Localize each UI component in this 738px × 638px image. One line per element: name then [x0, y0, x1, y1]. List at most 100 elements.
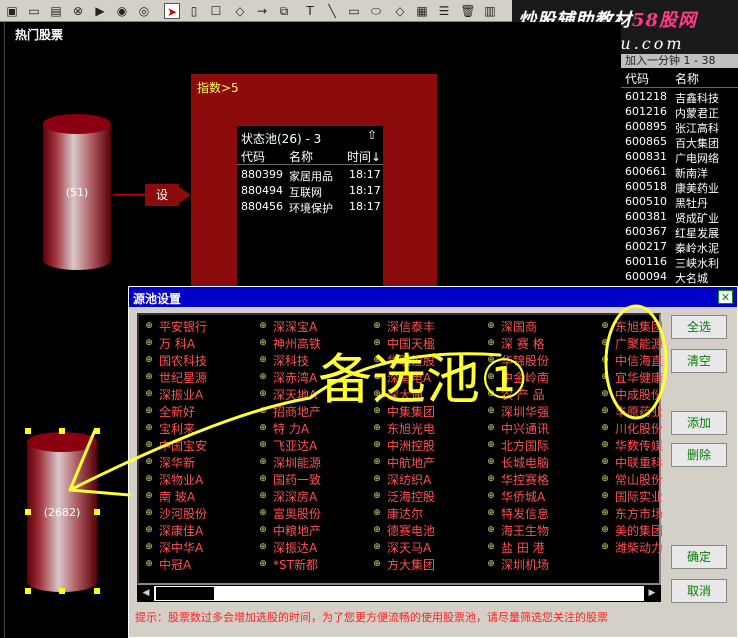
text-icon[interactable]: T: [302, 3, 318, 19]
dialog-titlebar[interactable]: 源池设置 ✕: [129, 287, 737, 307]
rect-icon[interactable]: ▭: [346, 3, 362, 19]
stock-bullet-icon: ⊕: [373, 389, 381, 399]
list-item[interactable]: 600865 百大集团: [621, 135, 738, 150]
open-icon[interactable]: ▭: [26, 3, 42, 19]
stock-bullet-icon: ⊕: [145, 559, 153, 569]
dialog-title: 源池设置: [133, 292, 182, 306]
arrow-icon[interactable]: →: [254, 3, 270, 19]
stock-name: 全新好: [159, 405, 196, 419]
col-name[interactable]: 名称: [675, 70, 699, 87]
col-time[interactable]: 时间↓: [347, 148, 381, 165]
condition-set-node[interactable]: 设: [145, 184, 179, 206]
close-icon[interactable]: ⊗: [70, 3, 86, 19]
add-button[interactable]: 添加: [671, 411, 727, 435]
table-row[interactable]: 880399 家居用品 18:17: [237, 168, 383, 184]
list-item[interactable]: 600510 黑牡丹: [621, 195, 738, 210]
resize-handle[interactable]: [59, 588, 65, 594]
table-row[interactable]: 880456 环境保护 18:17: [237, 200, 383, 216]
list-item-name: 三峡水利: [675, 257, 719, 270]
stock-bullet-icon: ⊕: [601, 440, 609, 450]
trash-icon[interactable]: 🗑: [460, 3, 476, 19]
list-item[interactable]: 600895 张江高科: [621, 120, 738, 135]
cylinder-icon[interactable]: ▯: [186, 3, 202, 19]
list-item[interactable]: 600381 贤成矿业: [621, 210, 738, 225]
record-icon[interactable]: ◉: [114, 3, 130, 19]
list-icon[interactable]: ☰: [436, 3, 452, 19]
stock-bullet-icon: ⊕: [145, 338, 153, 348]
grid-icon[interactable]: ▦: [414, 3, 430, 19]
stock-bullet-icon: ⊕: [601, 338, 609, 348]
resize-handle[interactable]: [25, 509, 31, 515]
stock-name: 中航地产: [387, 456, 436, 470]
copy-icon[interactable]: ⧉: [276, 3, 292, 19]
stock-bullet-icon: ⊕: [487, 423, 495, 433]
resize-handle[interactable]: [94, 428, 100, 434]
resize-handle[interactable]: [25, 428, 31, 434]
table-row[interactable]: 880494 互联网 18:17: [237, 184, 383, 200]
target-icon[interactable]: ◎: [136, 3, 152, 19]
stock-bullet-icon: ⊕: [373, 559, 381, 569]
diamond-shape-icon[interactable]: ◇: [392, 3, 408, 19]
resize-handle[interactable]: [94, 588, 100, 594]
stock-name: 潍柴动力: [615, 541, 664, 555]
stock-bullet-icon: ⊕: [373, 491, 381, 501]
collapse-up-icon[interactable]: ⇧: [367, 128, 377, 142]
resize-handle[interactable]: [94, 509, 100, 515]
stock-bullet-icon: ⊕: [145, 508, 153, 518]
stock-grid[interactable]: ⊕ 平安银行 ⊕ 万 科A ⊕ 国农科技 ⊕ 世纪星源 ⊕ 深振业A ⊕ 全新好 ⊕ 宝利来 ⊕ 中国宝安 ⊕ 深…: [137, 313, 664, 585]
list-item-name: 大名城: [675, 272, 708, 285]
scroll-right-icon[interactable]: ▶: [644, 586, 660, 601]
list-item[interactable]: 601216 内蒙君正: [621, 105, 738, 120]
scroll-left-icon[interactable]: ◀: [138, 586, 154, 601]
list-item-code: 600661: [625, 165, 667, 178]
list-item[interactable]: 600116 三峡水利: [621, 255, 738, 270]
table-icon[interactable]: ▥: [482, 3, 498, 19]
delete-button[interactable]: 删除: [671, 443, 727, 467]
resize-handle[interactable]: [59, 428, 65, 434]
col-code[interactable]: 代码: [625, 70, 649, 87]
save-icon[interactable]: ▤: [48, 3, 64, 19]
clear-button[interactable]: 清空: [671, 349, 727, 373]
state-pool-rows: 880399 家居用品 18:17 880494 互联网 18:17 88045…: [237, 168, 383, 216]
col-code[interactable]: 代码: [241, 148, 265, 165]
stock-name: 中信海直: [615, 354, 664, 368]
resize-handle[interactable]: [25, 588, 31, 594]
list-item[interactable]: 600831 广电网络: [621, 150, 738, 165]
close-icon[interactable]: ✕: [718, 290, 733, 304]
line-icon[interactable]: ╲: [324, 3, 340, 19]
box-icon[interactable]: ☐: [208, 3, 224, 19]
stock-bullet-icon: ⊕: [373, 508, 381, 518]
cancel-button[interactable]: 取消: [671, 579, 727, 603]
index-filter-title: 指数>5: [197, 81, 239, 95]
diamond-icon[interactable]: ◇: [232, 3, 248, 19]
scroll-thumb[interactable]: [156, 587, 214, 600]
state-pool-panel[interactable]: 状态池(26) - 3 ⇧ 代码 名称 时间↓ 880399 家居用品 18:1…: [237, 126, 383, 306]
list-item[interactable]: 601218 吉鑫科技: [621, 90, 738, 105]
folder-icon[interactable]: ▣: [4, 3, 20, 19]
flow-arrow: [113, 194, 145, 195]
play-icon[interactable]: ▶: [92, 3, 108, 19]
join-list-panel[interactable]: 加入一分钟 1 - 38 代码 名称 601218 吉鑫科技 601216 内蒙君正 6…: [621, 54, 738, 286]
list-item-name: 内蒙君正: [675, 107, 719, 120]
stock-name: 特 力A: [273, 422, 310, 436]
horizontal-scrollbar[interactable]: ◀ ▶: [137, 585, 661, 602]
list-item[interactable]: 600367 红星发展: [621, 225, 738, 240]
stock-name: 广聚能源: [615, 337, 664, 351]
stock-name: *ST新都: [273, 558, 318, 572]
ellipse-icon[interactable]: ⬭: [368, 3, 384, 19]
pointer-icon[interactable]: ➤: [164, 3, 180, 19]
col-name[interactable]: 名称: [289, 148, 313, 165]
list-item-code: 600865: [625, 135, 667, 148]
list-item[interactable]: 600518 康美药业: [621, 180, 738, 195]
stock-pool-cylinder-top[interactable]: (51): [43, 114, 111, 270]
stock-bullet-icon: ⊕: [145, 440, 153, 450]
list-item[interactable]: 600094 大名城: [621, 270, 738, 285]
stock-bullet-icon: ⊕: [487, 389, 495, 399]
list-item[interactable]: 600661 新南洋: [621, 165, 738, 180]
list-item[interactable]: 600217 秦岭水泥: [621, 240, 738, 255]
stock-name: 盐 田 港: [501, 541, 545, 555]
ok-button[interactable]: 确定: [671, 545, 727, 569]
stock-pool-cylinder-bottom[interactable]: (2682): [27, 432, 97, 592]
stock-bullet-icon: ⊕: [601, 372, 609, 382]
select-all-button[interactable]: 全选: [671, 315, 727, 339]
